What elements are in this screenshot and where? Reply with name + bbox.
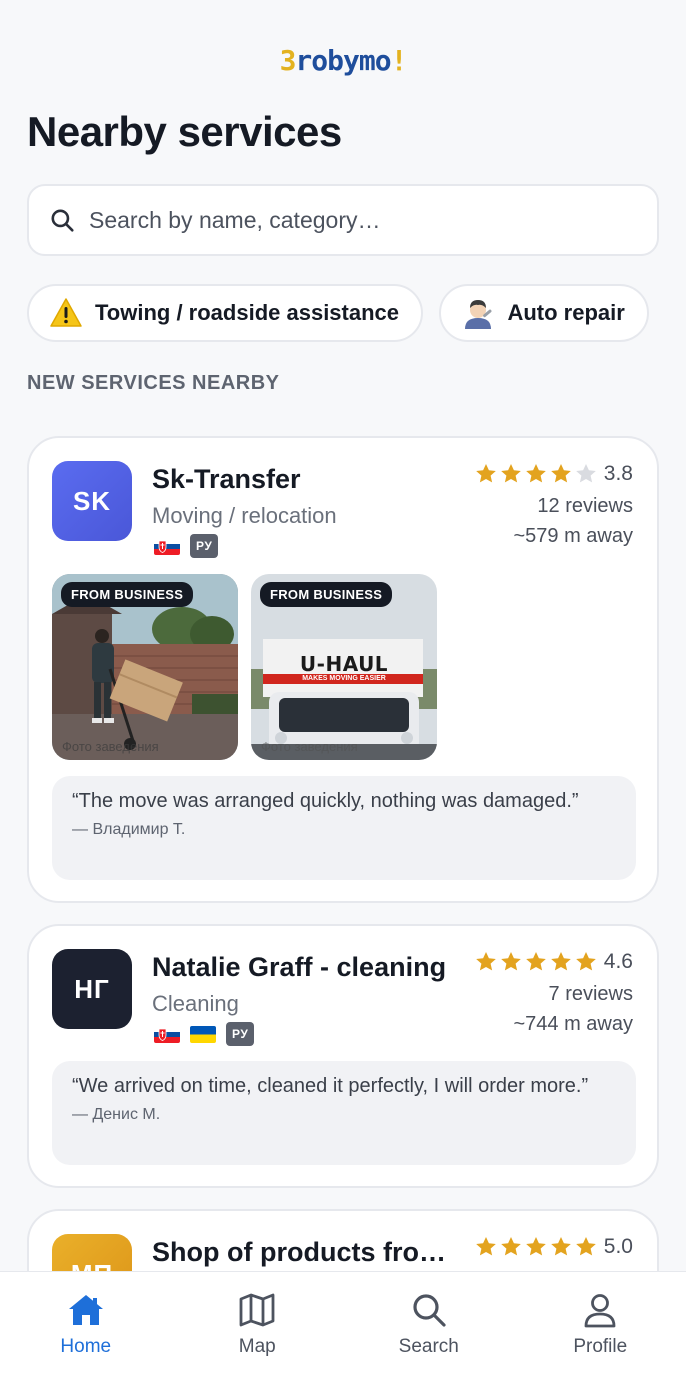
page-title: Nearby services bbox=[27, 108, 342, 155]
photo-badge: FROM BUSINESS bbox=[61, 582, 194, 607]
nav-label: Search bbox=[398, 1336, 459, 1357]
avatar: НГ bbox=[52, 949, 132, 1029]
avatar: SK bbox=[52, 461, 132, 541]
bottom-navigation: Home Map Search Profile bbox=[0, 1271, 686, 1400]
star-rating bbox=[473, 1235, 598, 1259]
star-icon bbox=[575, 952, 596, 971]
review-count: 7 reviews bbox=[548, 983, 633, 1005]
star-empty-icon bbox=[575, 464, 596, 483]
star-icon bbox=[500, 1237, 521, 1256]
rating-value: 5.0 bbox=[603, 1235, 633, 1258]
star-icon bbox=[475, 1237, 496, 1256]
review-count: 12 reviews bbox=[537, 495, 633, 517]
star-icon bbox=[525, 464, 546, 483]
language-badge: РУ bbox=[226, 1022, 255, 1046]
service-card[interactable]: SK Sk-Transfer Moving / relocation РУ 3.… bbox=[27, 436, 659, 903]
star-icon bbox=[525, 952, 546, 971]
quote-author: — Денис М. bbox=[72, 1106, 161, 1123]
service-card[interactable]: НГ Natalie Graff - cleaning Cleaning РУ … bbox=[27, 924, 659, 1188]
star-icon bbox=[525, 1237, 546, 1256]
mechanic-icon bbox=[461, 296, 495, 330]
star-icon bbox=[500, 464, 521, 483]
review-quote: “The move was arranged quickly, nothing … bbox=[52, 776, 636, 880]
search-input[interactable] bbox=[89, 206, 609, 234]
star-icon bbox=[550, 464, 571, 483]
chip-auto-repair[interactable]: Auto repair bbox=[439, 284, 649, 342]
nav-profile[interactable]: Profile bbox=[515, 1272, 686, 1400]
star-icon bbox=[550, 952, 571, 971]
language-flags: РУ bbox=[154, 1022, 255, 1046]
logo-letter-z: З bbox=[279, 44, 297, 77]
service-category: Moving / relocation bbox=[152, 503, 337, 528]
language-flags: РУ bbox=[154, 534, 219, 558]
photo-caption: Фото заведения bbox=[62, 739, 159, 754]
nav-search[interactable]: Search bbox=[343, 1272, 515, 1400]
search-icon bbox=[413, 1294, 446, 1327]
profile-icon bbox=[584, 1294, 616, 1328]
photo-caption: Фото заведения bbox=[261, 739, 358, 754]
app-logo: Зrobymo! bbox=[0, 44, 686, 77]
photo-badge: FROM BUSINESS bbox=[260, 582, 393, 607]
nav-map[interactable]: Map bbox=[172, 1272, 344, 1400]
distance: ~579 m away bbox=[513, 525, 633, 547]
nav-label: Home bbox=[60, 1336, 112, 1357]
warning-icon bbox=[49, 296, 83, 330]
service-name[interactable]: Sk-Transfer bbox=[152, 464, 301, 495]
rating: 3.8 bbox=[473, 462, 633, 486]
quote-author: — Владимир Т. bbox=[72, 821, 186, 838]
service-category: Cleaning bbox=[152, 991, 239, 1016]
logo-text: robymo bbox=[295, 44, 391, 77]
distance: ~744 m away bbox=[513, 1013, 633, 1035]
quote-text: “We arrived on time, cleaned it perfectl… bbox=[72, 1075, 589, 1097]
rating-value: 3.8 bbox=[603, 462, 633, 485]
service-name[interactable]: Natalie Graff - cleaning bbox=[152, 952, 446, 983]
chip-label: Towing / roadside assistance bbox=[95, 300, 400, 325]
rating: 5.0 bbox=[473, 1235, 633, 1259]
quote-text: “The move was arranged quickly, nothing … bbox=[72, 790, 579, 812]
section-title: NEW SERVICES NEARBY bbox=[27, 372, 280, 394]
star-icon bbox=[550, 1237, 571, 1256]
logo-exclamation: ! bbox=[390, 44, 408, 77]
language-badge: РУ bbox=[190, 534, 219, 558]
category-chips: Towing / roadside assistance Auto repair bbox=[27, 284, 659, 344]
home-icon bbox=[68, 1295, 103, 1325]
rating-value: 4.6 bbox=[603, 950, 633, 973]
slovakia-flag-icon bbox=[154, 1025, 180, 1043]
star-rating bbox=[473, 462, 598, 486]
business-photo[interactable]: U-HAUL MAKES MOVING EASIER FROM BUSINESS… bbox=[251, 574, 437, 760]
nav-label: Map bbox=[238, 1336, 276, 1357]
search-bar[interactable] bbox=[27, 184, 659, 256]
search-icon bbox=[51, 209, 74, 232]
service-name[interactable]: Shop of products fro… bbox=[152, 1237, 446, 1268]
ukraine-flag-icon bbox=[190, 1025, 216, 1043]
star-icon bbox=[500, 952, 521, 971]
star-icon bbox=[475, 464, 496, 483]
chip-towing[interactable]: Towing / roadside assistance bbox=[27, 284, 424, 342]
map-icon bbox=[239, 1293, 275, 1327]
star-icon bbox=[575, 1237, 596, 1256]
nav-home[interactable]: Home bbox=[0, 1272, 172, 1400]
review-quote: “We arrived on time, cleaned it perfectl… bbox=[52, 1061, 636, 1165]
truck-brand: U-HAUL bbox=[299, 652, 389, 676]
truck-slogan: MAKES MOVING EASIER bbox=[302, 675, 386, 682]
star-icon bbox=[475, 952, 496, 971]
rating: 4.6 bbox=[473, 950, 633, 974]
business-photo[interactable]: FROM BUSINESS Фото заведения bbox=[52, 574, 238, 760]
star-rating bbox=[473, 950, 598, 974]
photo-gallery: FROM BUSINESS Фото заведения U-HAUL MAKE… bbox=[52, 574, 450, 760]
slovakia-flag-icon bbox=[154, 537, 180, 555]
nav-label: Profile bbox=[573, 1336, 628, 1357]
chip-label: Auto repair bbox=[507, 300, 625, 325]
